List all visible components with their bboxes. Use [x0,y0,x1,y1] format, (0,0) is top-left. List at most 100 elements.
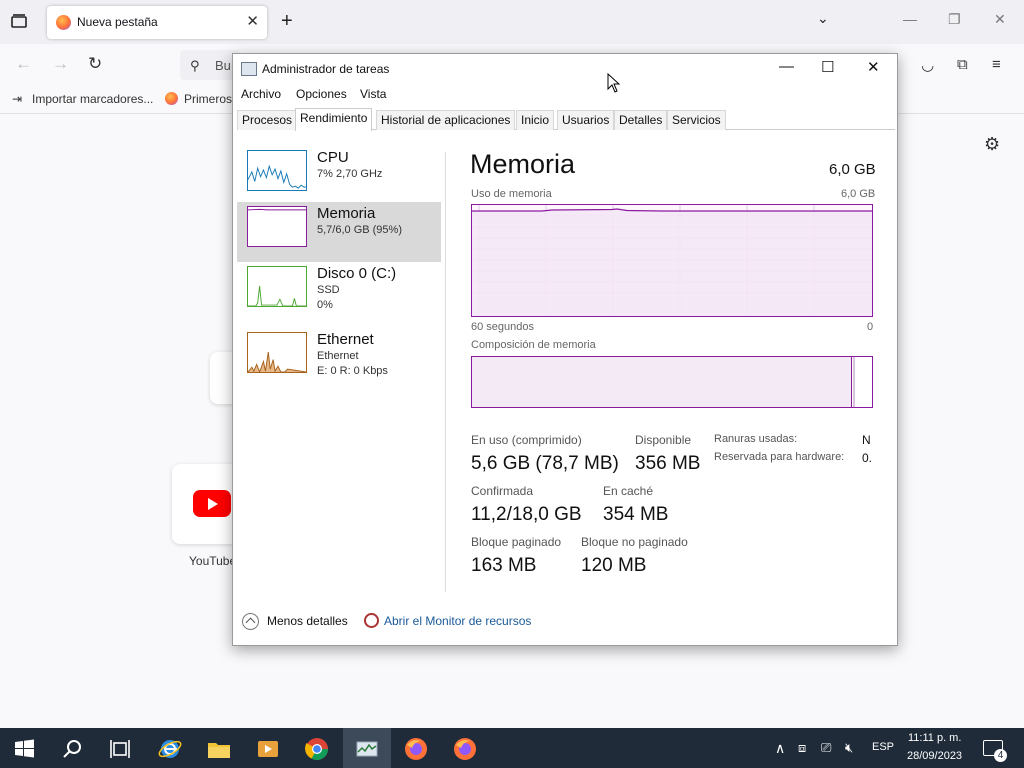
perf-item-cpu[interactable]: CPU 7% 2,70 GHz [237,146,441,206]
maximize-icon[interactable]: ☐ [821,58,834,76]
firefox-icon[interactable] [403,736,429,762]
pocket-icon[interactable]: ◡ [921,56,934,74]
youtube-icon [193,490,231,517]
close-tab-icon[interactable]: ✕ [246,12,259,30]
gear-icon[interactable]: ⚙ [984,134,1000,155]
committed-value: 11,2/18,0 GB [471,504,582,525]
page-title: Memoria [470,149,576,179]
chrome-icon[interactable] [304,736,330,762]
composition-standby [853,357,855,407]
available-label: Disponible [635,433,692,447]
performance-sidebar: CPU 7% 2,70 GHz Memoria 5,7/6,0 GB (95%)… [237,148,442,598]
media-player-icon[interactable] [255,736,281,762]
menu-icon[interactable]: ≡ [992,56,1001,73]
forward-icon[interactable]: → [52,54,69,74]
youtube-label: YouTube [189,554,237,568]
resource-monitor-link[interactable]: Abrir el Monitor de recursos [384,614,531,628]
minimize-icon[interactable]: — [903,11,917,27]
perf-sub-disk-type: SSD [317,284,340,296]
committed-label: Confirmada [471,484,534,498]
browser-tab[interactable]: Nueva pestaña ✕ [47,6,267,39]
perf-item-ethernet[interactable]: Ethernet Ethernet E: 0 R: 0 Kbps [237,328,441,388]
axis-left-label: 60 segundos [471,321,534,333]
menu-vista[interactable]: Vista [360,87,386,101]
menu-opciones[interactable]: Opciones [296,87,347,101]
in-use-label: En uso (comprimido) [471,433,582,447]
perf-name-memory: Memoria [317,205,376,222]
disk-thumbnail [247,266,307,307]
tab-inicio[interactable]: Inicio [516,110,555,130]
nonpaged-label: Bloque no paginado [581,535,688,549]
volume-muted-icon[interactable]: 🔇︎ [845,740,853,756]
perf-name-ethernet: Ethernet [317,331,374,348]
meet-now-icon[interactable]: ⧈ [798,740,806,756]
firefox-icon [56,15,71,30]
extensions-icon[interactable]: ⧉ [957,56,968,73]
url-bar[interactable] [180,50,240,80]
perf-item-memory[interactable]: Memoria 5,7/6,0 GB (95%) [237,202,441,262]
chevron-up-icon[interactable] [242,613,259,630]
taskbar [0,728,1024,768]
usage-label: Uso de memoria [471,188,552,200]
axis-right-label: 0 [867,321,874,333]
panel-divider [445,152,446,592]
notifications-badge: 4 [994,749,1007,762]
in-use-value: 5,6 GB (78,7 MB) [471,453,619,474]
search-icon[interactable] [60,736,86,762]
menu-archivo[interactable]: Archivo [241,87,281,101]
clock-time[interactable]: 11:11 p. m. [908,732,961,744]
restore-icon[interactable]: ❐ [948,11,961,28]
tab-procesos[interactable]: Procesos [237,110,298,130]
perf-sub-cpu: 7% 2,70 GHz [317,168,383,180]
tab-list-icon[interactable] [10,12,28,30]
minimize-icon[interactable]: — [779,58,794,75]
available-value: 356 MB [635,453,701,474]
task-manager-window: Administrador de tareas — ☐ ✕ Archivo Op… [232,53,898,646]
tab-servicios[interactable]: Servicios [667,110,726,130]
memory-composition-bar [471,356,873,408]
bookmark-first-steps[interactable]: Primeros [184,92,232,106]
network-icon[interactable]: ⎚ [821,740,831,756]
composition-label: Composición de memoria [471,339,596,351]
tab-title: Nueva pestaña [77,15,158,29]
firefox-icon[interactable] [452,736,478,762]
tab-historial[interactable]: Historial de aplicaciones [376,110,516,130]
slots-label: Ranuras usadas: [714,433,798,445]
paged-value: 163 MB [471,555,537,576]
language-indicator[interactable]: ESP [872,741,894,753]
perf-sub-memory: 5,7/6,0 GB (95%) [317,224,402,236]
window-title: Administrador de tareas [262,62,390,76]
internet-explorer-icon[interactable] [157,736,183,762]
new-tab-button[interactable]: + [281,10,293,33]
close-icon[interactable]: ✕ [867,58,880,76]
tab-detalles[interactable]: Detalles [614,110,668,130]
task-manager-taskbar-icon[interactable] [354,736,380,762]
chevron-up-icon[interactable]: ∧ [775,740,785,757]
task-view-icon[interactable] [107,736,133,762]
cached-label: En caché [603,484,654,498]
file-explorer-icon[interactable] [206,736,232,762]
perf-sub-ethernet-rate: E: 0 R: 0 Kbps [317,365,388,377]
tab-usuarios[interactable]: Usuarios [557,110,615,130]
clock-date[interactable]: 28/09/2023 [907,750,962,762]
paged-label: Bloque paginado [471,535,562,549]
close-icon[interactable]: ✕ [994,11,1006,28]
perf-sub-ethernet: Ethernet [317,350,359,362]
bookmark-import[interactable]: Importar marcadores... [32,92,153,106]
less-details-button[interactable]: Menos detalles [267,614,348,628]
usage-max: 6,0 GB [841,188,876,200]
slots-value: N [862,433,871,447]
chevron-down-icon[interactable]: ⌄ [817,10,829,27]
url-placeholder: Bu [215,58,231,73]
memory-total: 6,0 GB [829,161,876,178]
perf-item-disk[interactable]: Disco 0 (C:) SSD 0% [237,262,441,322]
reload-icon[interactable]: ↻ [88,54,102,74]
import-icon: ⇥ [12,92,23,106]
mouse-cursor-icon [607,73,620,93]
perf-sub-disk-usage: 0% [317,299,333,311]
back-icon[interactable]: ← [15,54,32,74]
tab-rendimiento[interactable]: Rendimiento [295,108,373,131]
reserved-label: Reservada para hardware: [714,451,845,463]
resource-monitor-icon [364,613,379,628]
windows-start-icon[interactable] [12,736,38,762]
